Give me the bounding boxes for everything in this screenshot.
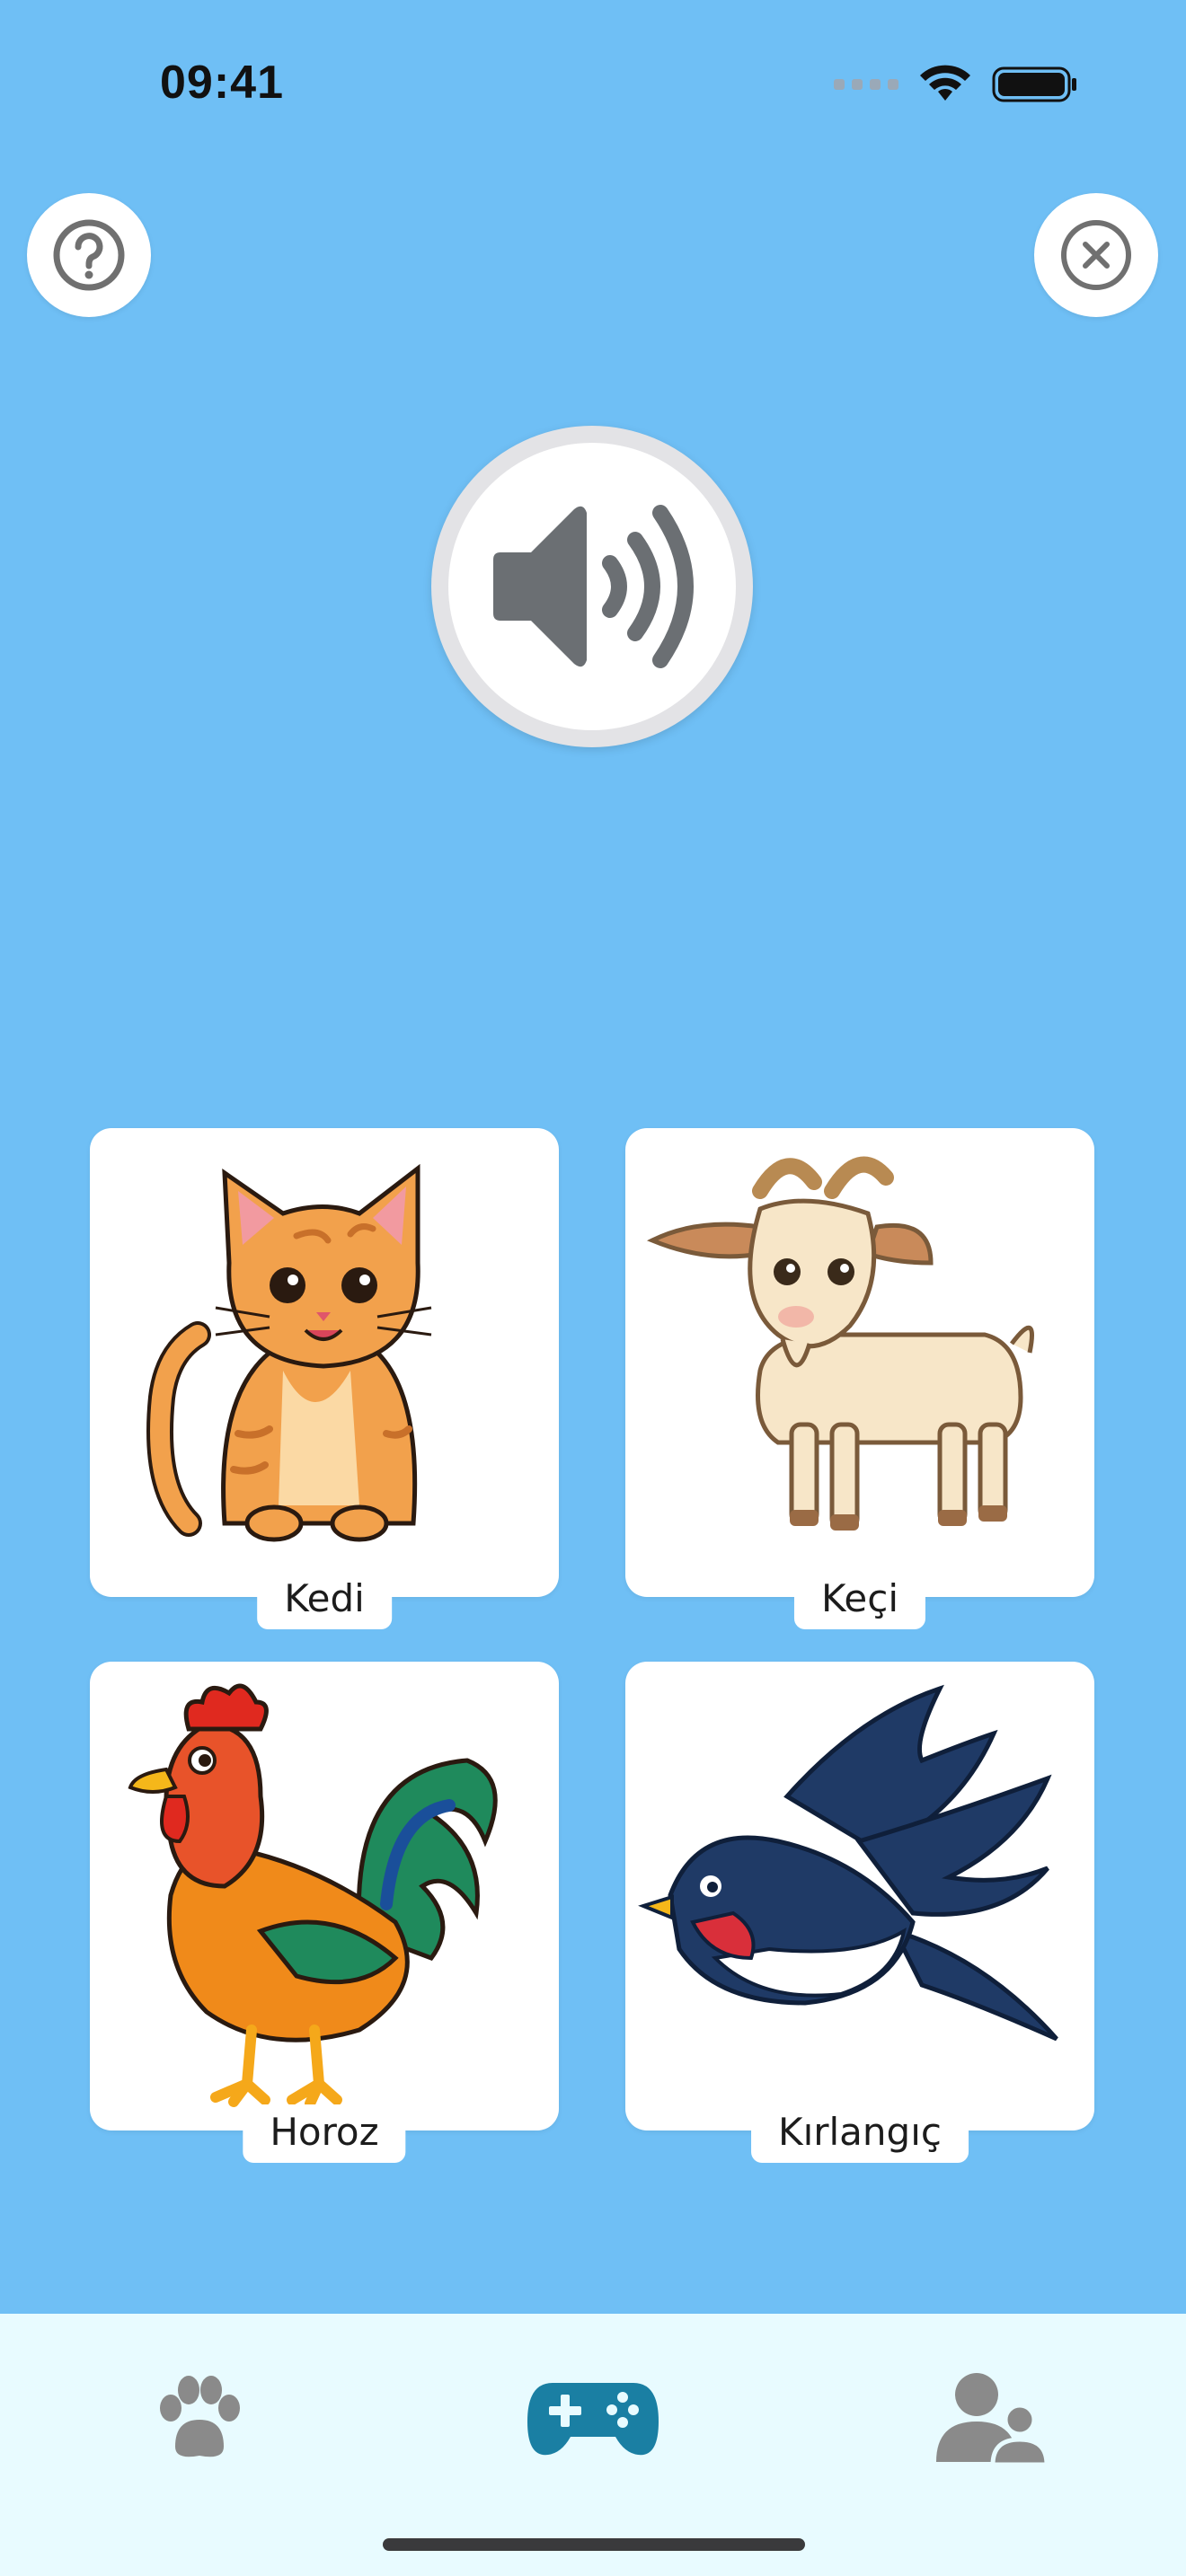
animal-card-swallow[interactable]: Kırlangıç: [625, 1662, 1094, 2163]
status-icons: [834, 65, 1078, 104]
rooster-illustration: [128, 1683, 498, 2109]
play-sound-button[interactable]: [431, 426, 753, 747]
speaker-volume-icon: [493, 505, 694, 668]
goat-illustration: [646, 1156, 1034, 1531]
close-circle-icon: [1061, 220, 1131, 290]
tab-games[interactable]: [521, 2359, 665, 2475]
close-button[interactable]: [1034, 193, 1158, 317]
card-label: Horoz: [243, 2104, 406, 2163]
users-icon: [936, 2373, 1049, 2466]
play-sound-button-face: [448, 443, 736, 730]
home-indicator[interactable]: [383, 2538, 805, 2551]
wifi-icon: [920, 65, 970, 101]
card-label: Kırlangıç: [751, 2104, 969, 2163]
battery-icon: [992, 66, 1076, 102]
swallow-illustration: [638, 1684, 1058, 2042]
cellular-signal-icon: [834, 79, 898, 90]
animal-card-cat[interactable]: Kedi: [90, 1128, 559, 1629]
card-label: Kedi: [257, 1571, 392, 1629]
cat-illustration: [146, 1163, 432, 1542]
card-label: Keçi: [793, 1571, 926, 1629]
tab-animals[interactable]: [144, 2366, 252, 2474]
tab-bar: [0, 2314, 1186, 2576]
tab-profile[interactable]: [927, 2359, 1053, 2475]
status-time: 09:41: [160, 57, 284, 109]
gamepad-icon: [527, 2383, 659, 2456]
help-button[interactable]: [27, 193, 151, 317]
paw-icon: [160, 2376, 240, 2457]
question-circle-icon: [53, 219, 125, 291]
animal-card-rooster[interactable]: Horoz: [90, 1662, 559, 2163]
animal-card-goat[interactable]: Keçi: [625, 1128, 1094, 1629]
